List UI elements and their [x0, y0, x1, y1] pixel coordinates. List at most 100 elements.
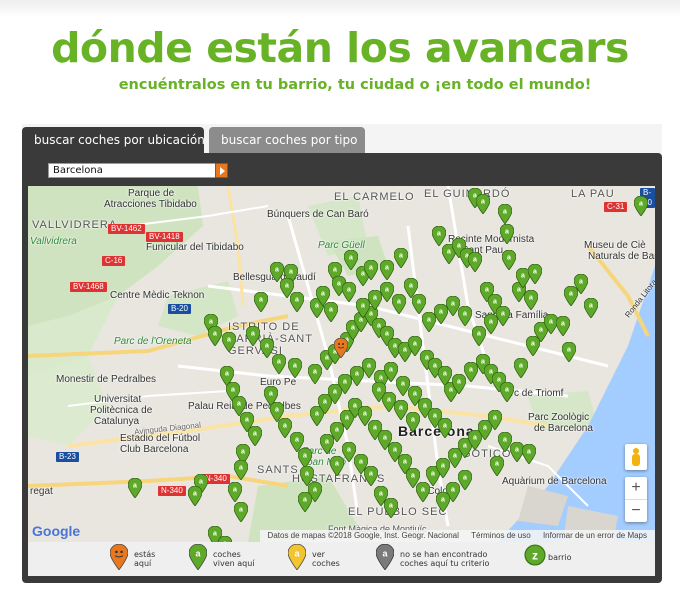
car-pin-icon[interactable]: a [392, 294, 406, 314]
car-pin-icon[interactable]: a [404, 278, 418, 298]
car-pin-icon[interactable]: a [584, 298, 598, 318]
car-pin-icon[interactable]: a [246, 326, 260, 346]
car-pin-icon[interactable]: a [500, 382, 514, 402]
car-pin-icon[interactable]: a [484, 314, 498, 334]
car-pin-icon[interactable]: a [476, 194, 490, 214]
car-pin-icon[interactable]: a [234, 502, 248, 522]
label-regat: regat [30, 486, 53, 497]
svg-text:a: a [213, 531, 217, 538]
car-pin-icon[interactable]: a [446, 296, 460, 316]
tab-by-type[interactable]: buscar coches por tipo [209, 127, 365, 153]
car-pin-icon[interactable]: a [222, 332, 236, 352]
car-pin-icon[interactable]: a [208, 326, 222, 346]
label-museu-2: Naturals de Barce [588, 251, 655, 262]
car-pin-icon[interactable]: a [342, 282, 356, 302]
car-pin-icon[interactable]: a [272, 354, 286, 374]
svg-text:a: a [321, 291, 325, 298]
car-pin-icon[interactable]: a [254, 292, 268, 312]
car-pin-icon[interactable]: a [298, 448, 312, 468]
car-pin-icon[interactable]: a [316, 286, 330, 306]
car-pin-icon[interactable]: a [330, 456, 344, 476]
location-search-input[interactable]: Barcelona [48, 163, 222, 178]
car-pin-icon[interactable]: a [468, 252, 482, 272]
car-pin-icon[interactable]: a [634, 196, 648, 216]
barrio-icon: z [524, 544, 546, 566]
svg-text:a: a [453, 453, 457, 460]
car-pin-icon[interactable]: a [342, 442, 356, 462]
car-pin-icon[interactable]: a [248, 426, 262, 446]
car-pin-icon[interactable]: a [574, 274, 588, 294]
car-pin-icon[interactable]: a [496, 306, 510, 326]
svg-text:a: a [285, 283, 289, 290]
zoom-out-button[interactable]: − [625, 499, 647, 522]
svg-text:a: a [237, 401, 241, 408]
svg-text:a: a [463, 475, 467, 482]
car-pin-icon[interactable]: a [522, 444, 536, 464]
legend-label-1a: estás [134, 550, 156, 559]
car-pin-icon[interactable]: a [384, 498, 398, 518]
label-el-carmelo: EL CARMELO [334, 191, 415, 203]
car-pin-icon[interactable]: a [528, 264, 542, 284]
car-pin-icon[interactable]: a [372, 382, 386, 402]
you-are-here-pin-icon[interactable] [334, 338, 348, 358]
car-pin-icon[interactable]: a [406, 412, 420, 432]
svg-text:a: a [403, 459, 407, 466]
car-pin-icon[interactable]: a [364, 260, 378, 280]
car-pin-icon[interactable]: a [488, 410, 502, 430]
car-pin-icon[interactable]: a [422, 312, 436, 332]
svg-text:a: a [369, 471, 373, 478]
car-pin-icon[interactable]: a [356, 298, 370, 318]
car-pin-icon[interactable]: a [432, 226, 446, 246]
car-pin-icon[interactable]: a [434, 304, 448, 324]
car-pin-icon[interactable]: a [228, 482, 242, 502]
car-pin-icon[interactable]: a [234, 460, 248, 480]
road-n340: N-340 [158, 486, 186, 496]
car-pin-icon[interactable]: a [436, 492, 450, 512]
tab-by-location[interactable]: buscar coches por ubicación [22, 127, 205, 153]
car-pin-icon[interactable]: a [472, 326, 486, 346]
car-pin-icon[interactable]: a [380, 282, 394, 302]
car-pin-icon[interactable]: a [498, 204, 512, 224]
svg-text:a: a [401, 381, 405, 388]
car-pin-icon[interactable]: a [394, 400, 408, 420]
legend-label-2b: viven aquí [213, 559, 255, 568]
svg-text:a: a [303, 497, 307, 504]
label-parque: Parque de [128, 188, 175, 199]
car-pin-icon[interactable]: a [380, 260, 394, 280]
car-pin-icon[interactable]: a [354, 454, 368, 474]
map-view[interactable]: Parque de Atracciones Tibidabo Búnquers … [28, 186, 655, 542]
car-pin-icon[interactable]: a [290, 292, 304, 312]
report-error-link[interactable]: Informar de un error de Maps [543, 531, 647, 540]
svg-text:a: a [423, 403, 427, 410]
car-pin-icon[interactable]: a [298, 492, 312, 512]
car-pin-icon[interactable]: a [438, 418, 452, 438]
car-pin-icon[interactable]: a [188, 486, 202, 506]
car-pin-icon[interactable]: a [368, 290, 382, 310]
car-pin-icon[interactable]: a [562, 342, 576, 362]
car-pin-icon[interactable]: a [288, 358, 302, 378]
car-pin-icon[interactable]: a [514, 358, 528, 378]
zoom-in-button[interactable]: + [625, 477, 647, 499]
svg-text:a: a [213, 331, 217, 338]
car-pin-icon[interactable]: a [502, 250, 516, 270]
svg-text:a: a [277, 359, 281, 366]
terms-link[interactable]: Términos de uso [471, 531, 531, 540]
car-pin-icon[interactable]: a [556, 316, 570, 336]
road-c16: C-16 [102, 256, 126, 266]
car-pin-icon[interactable]: a [490, 456, 504, 476]
svg-text:a: a [363, 411, 367, 418]
svg-text:a: a [451, 301, 455, 308]
svg-text:a: a [333, 267, 337, 274]
car-pin-icon[interactable]: a [500, 224, 514, 244]
svg-text:a: a [533, 269, 537, 276]
car-pin-icon[interactable]: a [458, 306, 472, 326]
search-go-button[interactable] [215, 163, 228, 178]
car-pin-icon[interactable]: a [524, 290, 538, 310]
car-pin-icon[interactable]: a [128, 478, 142, 498]
svg-text:a: a [495, 461, 499, 468]
label-bunquers: Búnquers de Can Baró [267, 209, 369, 220]
car-pin-icon[interactable]: a [394, 248, 408, 268]
car-pin-icon[interactable]: a [458, 470, 472, 490]
street-view-pegman-icon[interactable] [625, 444, 647, 470]
svg-text:a: a [433, 413, 437, 420]
